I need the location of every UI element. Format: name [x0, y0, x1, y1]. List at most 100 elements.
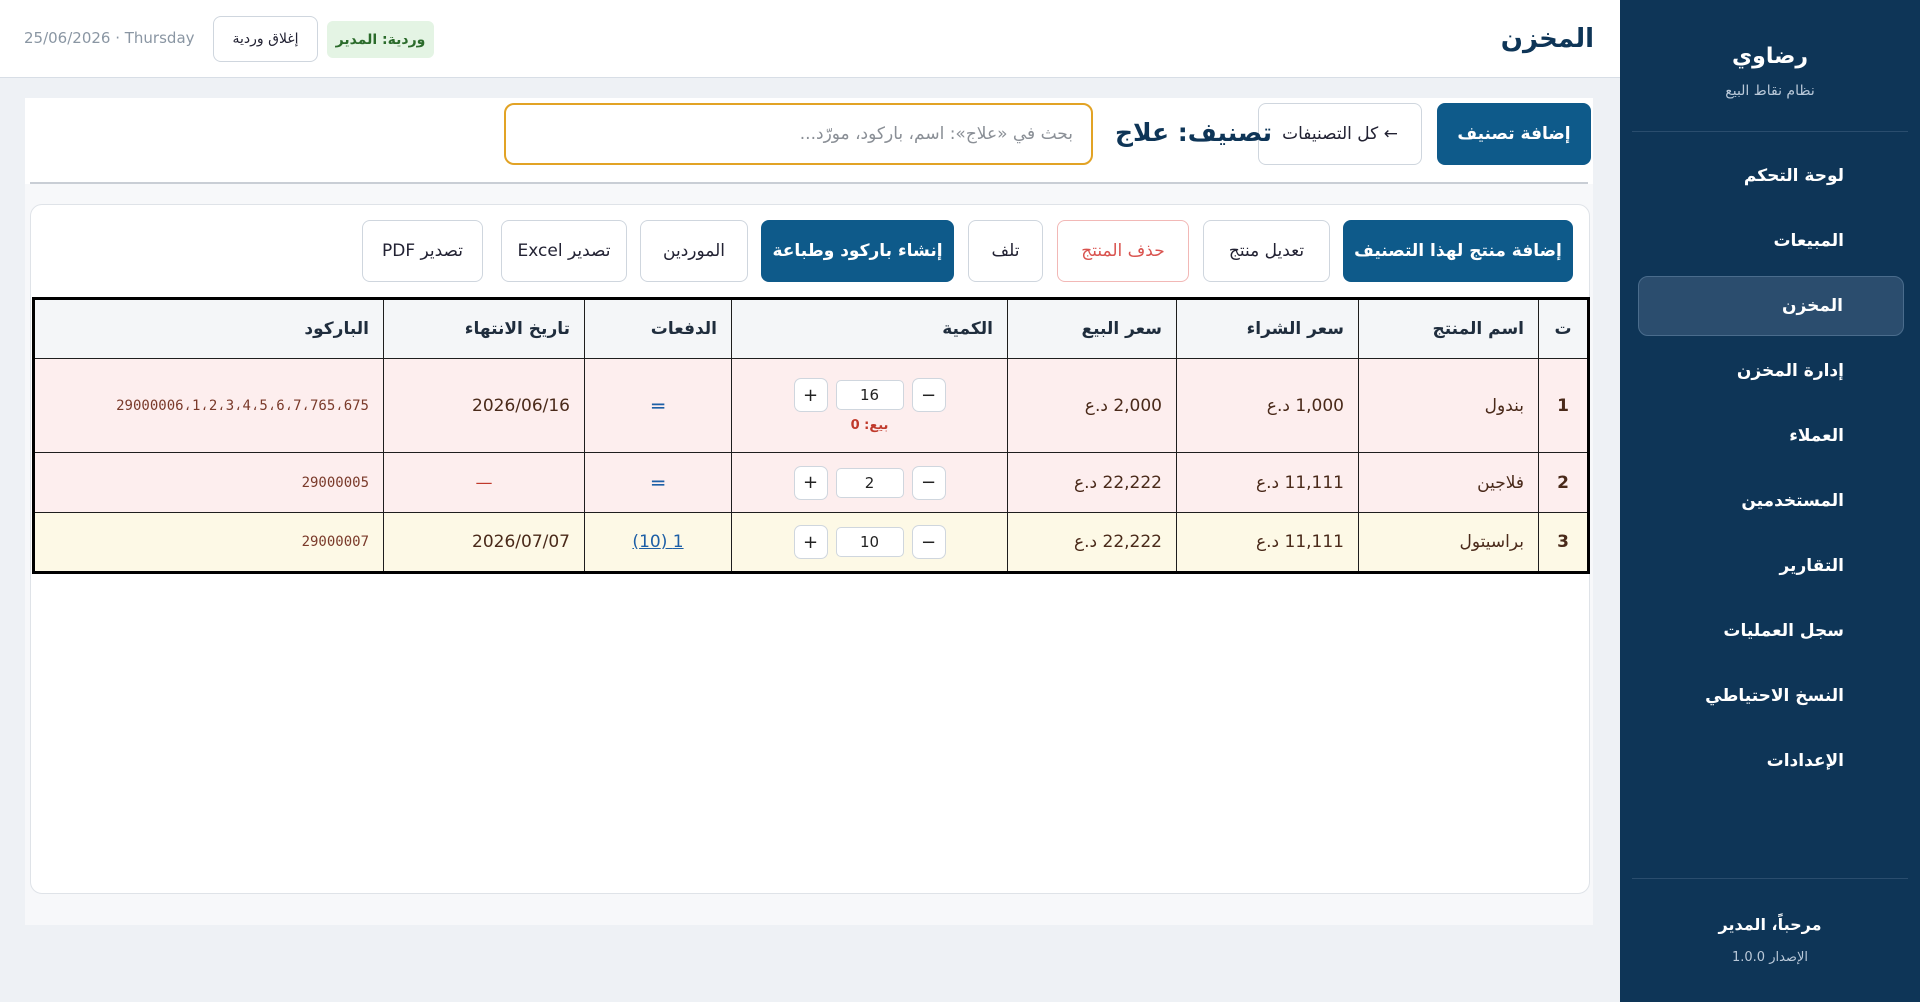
export-pdf-button[interactable]: تصدير PDF: [362, 220, 483, 282]
header-name[interactable]: اسم المنتج: [1358, 298, 1539, 359]
sell-price: 2,000 د.ع: [1007, 358, 1177, 453]
add-category-button[interactable]: إضافة تصنيف: [1437, 103, 1591, 165]
product-name: بندول: [1358, 358, 1539, 453]
sold-count: بيع: 0: [850, 418, 889, 433]
barcode: 29000005: [33, 452, 384, 513]
row-index: 2: [1538, 452, 1589, 513]
table-row[interactable]: 3 براسيتول 11,111 د.ع 22,222 د.ع + −: [33, 512, 1589, 573]
products-table: ت اسم المنتج سعر الشراء سعر البيع الكمية…: [32, 297, 1590, 574]
sidebar-item-label: المخزن: [1782, 296, 1843, 316]
buy-price: 11,111 د.ع: [1176, 452, 1359, 513]
quantity-stepper: + −: [793, 378, 946, 412]
suppliers-button[interactable]: الموردين: [640, 220, 748, 282]
quantity-input[interactable]: [835, 527, 904, 557]
table-header-row: ت اسم المنتج سعر الشراء سعر البيع الكمية…: [33, 298, 1589, 359]
page-title: المخزن: [1500, 24, 1594, 54]
topbar: المخزن وردية: المدير إغلاق وردية 25/06/2…: [0, 0, 1620, 78]
sidebar-item-label: إدارة المخزن: [1736, 361, 1844, 381]
header-batches: الدفعات: [584, 298, 732, 359]
divider: [30, 182, 1588, 184]
delete-product-button[interactable]: حذف المنتج: [1057, 220, 1189, 282]
category-title: تصنيف: علاج: [1115, 118, 1272, 147]
header-sell-price[interactable]: سعر البيع: [1007, 298, 1177, 359]
sell-price: 22,222 د.ع: [1007, 512, 1177, 573]
quantity-cell: + − بيع: 0: [731, 358, 1008, 453]
header-barcode: الباركود: [33, 298, 384, 359]
quantity-cell: + −: [731, 452, 1008, 513]
sidebar: رضاوي نظام نقاط البيع لوحة التحكم المبيع…: [1620, 0, 1920, 1002]
sidebar-item-inventory[interactable]: المخزن: [1638, 276, 1904, 336]
barcode-print-button[interactable]: إنشاء باركود وطباعة: [761, 220, 954, 282]
buy-price: 1,000 د.ع: [1176, 358, 1359, 453]
increase-button[interactable]: +: [793, 465, 828, 500]
row-index: 3: [1538, 512, 1589, 573]
quantity-input[interactable]: [835, 467, 904, 498]
category-bar: إضافة تصنيف ← كل التصنيفات تصنيف: علاج: [25, 98, 1593, 184]
batches-cell: ═: [584, 452, 732, 513]
sidebar-item-inventory-management[interactable]: إدارة المخزن: [1638, 341, 1904, 401]
expiry-date: 2026/06/16: [383, 358, 585, 453]
sidebar-item-users[interactable]: المستخدمين: [1638, 471, 1904, 531]
welcome-text: مرحباً، المدير: [1718, 915, 1822, 934]
search-input[interactable]: [504, 103, 1093, 165]
product-name: فلاجين: [1358, 452, 1539, 513]
product-name: براسيتول: [1358, 512, 1539, 573]
batches-indicator[interactable]: ═: [652, 394, 664, 418]
sidebar-item-label: التقارير: [1779, 556, 1844, 576]
quantity-cell: + −: [731, 512, 1008, 573]
expiry-date: 2026/07/07: [383, 512, 585, 573]
barcode: 29000007: [33, 512, 384, 573]
header-buy-price[interactable]: سعر الشراء: [1176, 298, 1359, 359]
brand-name: رضاوي: [1731, 44, 1809, 69]
batches-indicator[interactable]: ═: [652, 471, 664, 495]
decrease-button[interactable]: −: [911, 378, 946, 412]
sidebar-item-label: النسخ الاحتياطي: [1705, 686, 1844, 706]
decrease-button[interactable]: −: [911, 465, 946, 500]
sidebar-item-sales[interactable]: المبيعات: [1638, 211, 1904, 271]
shift-badge: وردية: المدير: [327, 21, 434, 58]
main-panel: إضافة تصنيف ← كل التصنيفات تصنيف: علاج إ…: [25, 98, 1593, 925]
products-card: إضافة منتج لهذا التصنيف تعديل منتج حذف ا…: [30, 204, 1590, 894]
sidebar-item-label: سجل العمليات: [1723, 621, 1844, 641]
sell-price: 22,222 د.ع: [1007, 452, 1177, 513]
sidebar-item-settings[interactable]: الإعدادات: [1638, 731, 1904, 791]
sidebar-item-customers[interactable]: العملاء: [1638, 406, 1904, 466]
sidebar-item-label: العملاء: [1789, 426, 1844, 446]
sidebar-item-label: المبيعات: [1773, 231, 1844, 251]
sidebar-item-label: لوحة التحكم: [1743, 166, 1844, 186]
quantity-stepper: + −: [793, 525, 946, 559]
batches-link[interactable]: 1 (10): [632, 532, 683, 552]
close-shift-button[interactable]: إغلاق وردية: [213, 16, 318, 62]
increase-button[interactable]: +: [793, 378, 828, 412]
barcode: 29000006،1،2،3،4،5،6،7،765،675: [33, 358, 384, 453]
batches-cell: ═: [584, 358, 732, 453]
row-index: 1: [1538, 358, 1589, 453]
sidebar-item-backup[interactable]: النسخ الاحتياطي: [1638, 666, 1904, 726]
header-index: ت: [1538, 298, 1589, 359]
add-product-button[interactable]: إضافة منتج لهذا التصنيف: [1343, 220, 1573, 282]
quantity-input[interactable]: [835, 380, 904, 410]
header-expiry[interactable]: تاريخ الانتهاء: [383, 298, 585, 359]
sidebar-brand: رضاوي نظام نقاط البيع: [1632, 0, 1908, 132]
decrease-button[interactable]: −: [911, 525, 946, 559]
quantity-stepper: + −: [793, 465, 946, 500]
sidebar-footer: مرحباً، المدير الإصدار 1.0.0: [1632, 878, 1908, 1002]
sidebar-item-label: الإعدادات: [1766, 751, 1844, 771]
sidebar-item-reports[interactable]: التقارير: [1638, 536, 1904, 596]
brand-subtitle: نظام نقاط البيع: [1725, 83, 1815, 99]
edit-product-button[interactable]: تعديل منتج: [1203, 220, 1330, 282]
export-excel-button[interactable]: تصدير Excel: [501, 220, 627, 282]
expiry-date: —: [383, 452, 585, 513]
batches-cell: 1 (10): [584, 512, 732, 573]
all-categories-button[interactable]: ← كل التصنيفات: [1258, 103, 1422, 165]
version-text: الإصدار 1.0.0: [1732, 950, 1808, 965]
header-quantity[interactable]: الكمية: [731, 298, 1008, 359]
table-row[interactable]: 1 بندول 1,000 د.ع 2,000 د.ع + − بيع: 0: [33, 358, 1589, 453]
table-row[interactable]: 2 فلاجين 11,111 د.ع 22,222 د.ع + −: [33, 452, 1589, 513]
buy-price: 11,111 د.ع: [1176, 512, 1359, 573]
damage-button[interactable]: تلف: [968, 220, 1043, 282]
increase-button[interactable]: +: [793, 525, 828, 559]
sidebar-item-label: المستخدمين: [1741, 491, 1844, 511]
sidebar-item-dashboard[interactable]: لوحة التحكم: [1638, 146, 1904, 206]
sidebar-item-activity-log[interactable]: سجل العمليات: [1638, 601, 1904, 661]
